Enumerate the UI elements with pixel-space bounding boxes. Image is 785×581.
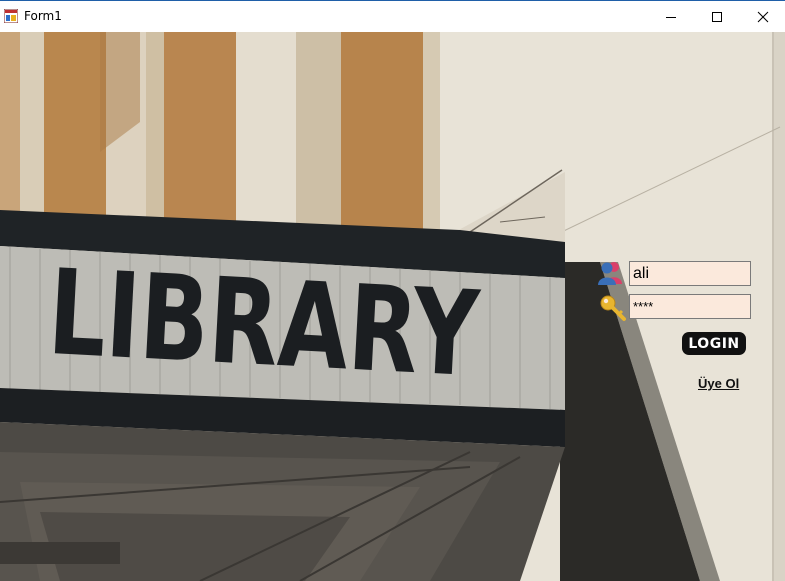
form-client-area: LIBRARY LOGIN Üye Ol bbox=[0, 32, 785, 581]
minimize-icon bbox=[666, 16, 676, 18]
maximize-icon bbox=[712, 11, 722, 22]
library-sign-text: LIBRARY bbox=[45, 243, 483, 403]
maximize-button[interactable] bbox=[694, 1, 740, 32]
username-field[interactable] bbox=[629, 261, 751, 286]
login-button[interactable]: LOGIN bbox=[682, 332, 746, 355]
close-button[interactable] bbox=[740, 1, 785, 32]
app-icon bbox=[4, 9, 18, 23]
register-link[interactable]: Üye Ol bbox=[698, 376, 739, 391]
window-title: Form1 bbox=[24, 9, 62, 23]
minimize-button[interactable] bbox=[648, 1, 694, 32]
key-icon bbox=[600, 295, 626, 321]
title-bar[interactable]: Form1 bbox=[0, 0, 785, 32]
close-icon bbox=[757, 11, 769, 22]
password-field[interactable] bbox=[629, 294, 751, 319]
user-group-icon bbox=[598, 262, 622, 285]
